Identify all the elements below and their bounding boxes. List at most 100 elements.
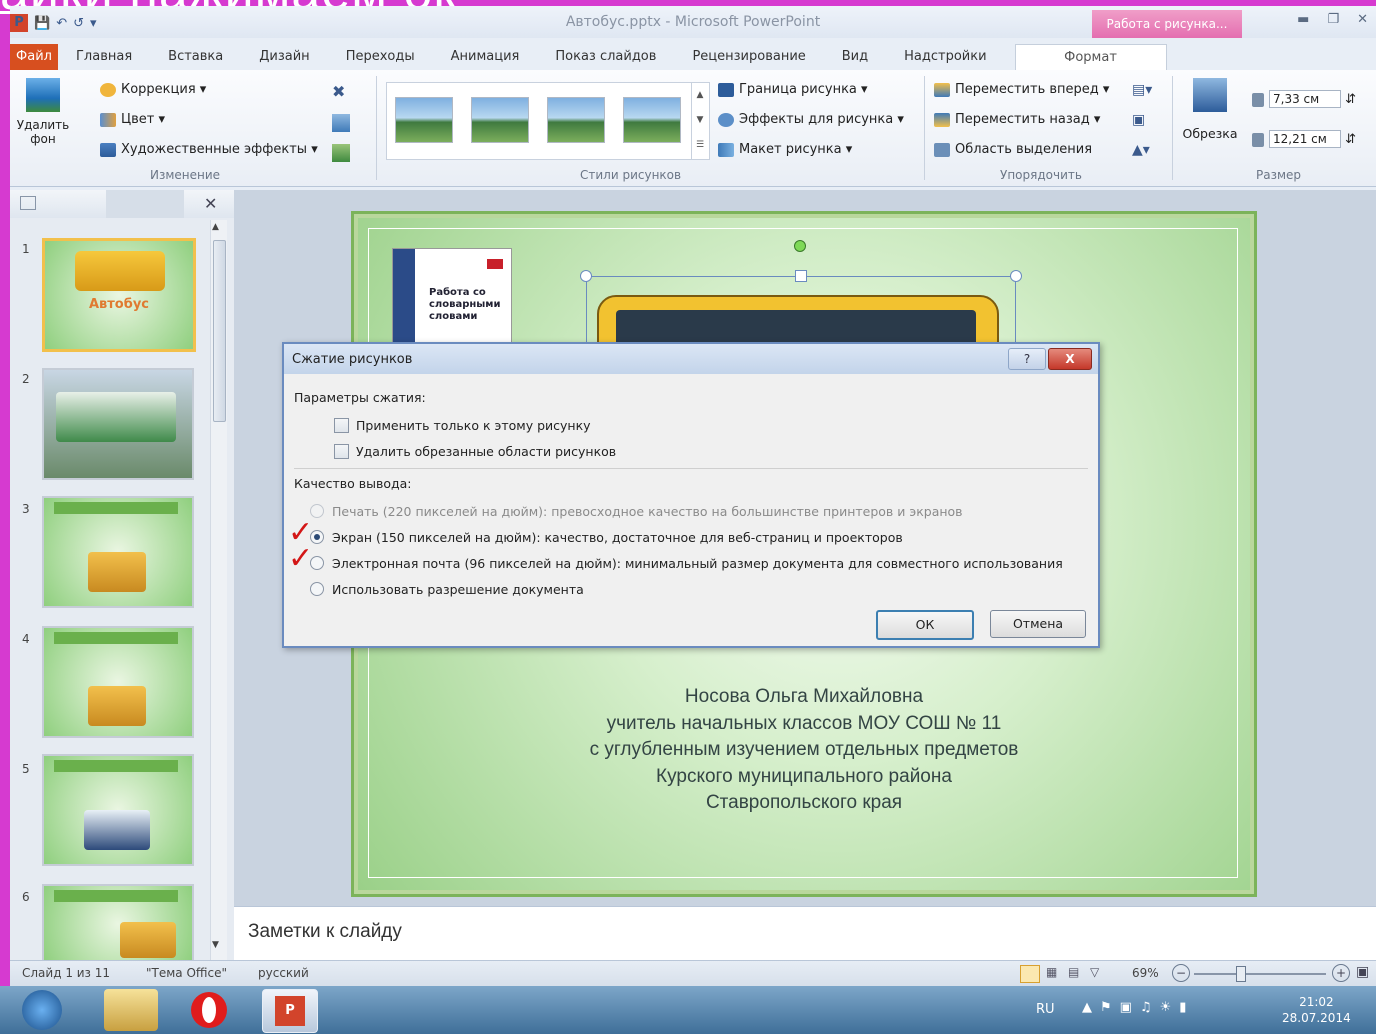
outline-tab[interactable] xyxy=(106,190,184,218)
width-value[interactable]: 12,21 см xyxy=(1269,130,1341,148)
dialog-title-bar[interactable]: Сжатие рисунков ? X xyxy=(284,344,1098,374)
tab-addins[interactable]: Надстройки xyxy=(886,44,1004,70)
cancel-button[interactable]: Отмена xyxy=(990,610,1086,638)
normal-view-icon[interactable] xyxy=(1020,965,1040,983)
reading-view-icon[interactable]: ▤ xyxy=(1068,965,1079,979)
selection-pane-button[interactable]: Область выделения xyxy=(934,142,1092,157)
tray-icons[interactable]: ▲⚑▣♫☀▮ xyxy=(1082,1000,1194,1015)
powerpoint-taskbar-icon[interactable]: P xyxy=(262,989,318,1033)
close-window-icon[interactable]: ✕ xyxy=(1357,12,1368,27)
save-icon[interactable]: 💾 xyxy=(34,16,50,31)
tab-format[interactable]: Формат xyxy=(1014,44,1167,70)
compress-pictures-icon[interactable]: ✖ xyxy=(332,82,350,101)
fit-slide-icon[interactable]: ▣ xyxy=(1356,964,1369,980)
quality-document-label[interactable]: Использовать разрешение документа xyxy=(332,582,584,597)
slideshow-view-icon[interactable]: ▽ xyxy=(1090,965,1099,979)
picture-styles-gallery[interactable]: ▲ ▼ ☰ xyxy=(386,82,710,160)
scroll-thumb[interactable] xyxy=(213,240,226,422)
gallery-scroll[interactable]: ▲ ▼ ☰ xyxy=(691,83,708,159)
style-thumb[interactable] xyxy=(547,97,605,143)
style-thumb[interactable] xyxy=(395,97,453,143)
minimize-icon[interactable]: ▬ xyxy=(1297,12,1309,27)
color-button[interactable]: Цвет ▾ xyxy=(100,112,165,127)
quality-email-radio[interactable] xyxy=(310,556,324,570)
resize-handle[interactable] xyxy=(1010,270,1022,282)
group-objects-icon[interactable]: ▣ xyxy=(1132,112,1145,128)
tab-file[interactable]: Файл xyxy=(10,44,58,70)
tab-animations[interactable]: Анимация xyxy=(433,44,538,70)
language-indicator[interactable]: RU xyxy=(1036,1002,1055,1017)
slide-thumbnail-2[interactable] xyxy=(42,368,194,480)
height-field[interactable]: 7,33 см ⇵ xyxy=(1252,90,1356,108)
opera-taskbar-icon[interactable] xyxy=(182,989,236,1031)
start-button-icon[interactable] xyxy=(22,990,62,1030)
quality-email-label[interactable]: Электронная почта (96 пикселей на дюйм):… xyxy=(332,556,1063,571)
tab-slideshow[interactable]: Показ слайдов xyxy=(537,44,674,70)
picture-effects-button[interactable]: Эффекты для рисунка ▾ xyxy=(718,112,904,127)
slide-thumbnail-6[interactable] xyxy=(42,884,194,964)
tab-insert[interactable]: Вставка xyxy=(150,44,241,70)
clock[interactable]: 21:02 28.07.2014 xyxy=(1282,994,1351,1026)
slides-scrollbar[interactable]: ▲ ▼ xyxy=(210,220,227,960)
artistic-effects-button[interactable]: Художественные эффекты ▾ xyxy=(100,142,318,157)
delete-cropped-checkbox[interactable] xyxy=(334,444,349,459)
restore-icon[interactable]: ❐ xyxy=(1327,12,1339,27)
crop-button[interactable]: Обрезка xyxy=(1178,78,1242,141)
scroll-down-icon[interactable]: ▼ xyxy=(212,940,219,950)
redo-icon[interactable]: ↺ xyxy=(73,16,84,31)
tab-view[interactable]: Вид xyxy=(824,44,886,70)
spinner-icon[interactable]: ⇵ xyxy=(1345,132,1356,147)
undo-icon[interactable]: ↶ xyxy=(56,16,67,31)
rotate-icon[interactable]: ▲▾ xyxy=(1132,142,1150,158)
tab-transitions[interactable]: Переходы xyxy=(328,44,433,70)
close-pane-icon[interactable]: ✕ xyxy=(204,194,217,213)
tab-review[interactable]: Рецензирование xyxy=(674,44,823,70)
zoom-in-icon[interactable]: + xyxy=(1332,964,1350,982)
explorer-taskbar-icon[interactable] xyxy=(104,989,158,1031)
quality-screen-label[interactable]: Экран (150 пикселей на дюйм): качество, … xyxy=(332,530,903,545)
send-backward-button[interactable]: Переместить назад ▾ xyxy=(934,112,1100,127)
slide-thumbnail-1[interactable]: Автобус xyxy=(42,238,196,352)
sorter-view-icon[interactable]: ▦ xyxy=(1046,965,1057,979)
zoom-level[interactable]: 69% xyxy=(1132,966,1159,980)
picture-border-button[interactable]: Граница рисунка ▾ xyxy=(718,82,868,97)
style-thumb[interactable] xyxy=(623,97,681,143)
spinner-icon[interactable]: ⇵ xyxy=(1345,92,1356,107)
slide-thumbnail-4[interactable] xyxy=(42,626,194,738)
theme-name[interactable]: "Тема Office" xyxy=(146,966,227,980)
align-icon[interactable]: ▤▾ xyxy=(1132,82,1152,98)
height-value[interactable]: 7,33 см xyxy=(1269,90,1341,108)
scroll-up-icon[interactable]: ▲ xyxy=(212,222,219,232)
notes-pane[interactable]: Заметки к слайду xyxy=(234,906,1376,963)
zoom-slider-thumb[interactable] xyxy=(1236,966,1246,982)
rotate-handle[interactable] xyxy=(794,240,806,252)
resize-handle[interactable] xyxy=(795,270,807,282)
powerpoint-logo-icon[interactable]: P xyxy=(10,14,28,32)
bring-forward-button[interactable]: Переместить вперед ▾ xyxy=(934,82,1109,97)
apply-only-label[interactable]: Применить только к этому рисунку xyxy=(356,418,591,433)
zoom-slider[interactable] xyxy=(1194,973,1326,975)
change-picture-icon[interactable] xyxy=(332,114,350,132)
remove-background-button[interactable]: Удалить фон xyxy=(16,78,70,146)
notes-placeholder[interactable]: Заметки к слайду xyxy=(248,921,402,943)
ok-button[interactable]: ОК xyxy=(876,610,974,640)
contextual-tab-picture-tools[interactable]: Работа с рисунка... xyxy=(1092,10,1242,38)
width-field[interactable]: 12,21 см ⇵ xyxy=(1252,130,1356,148)
tab-home[interactable]: Главная xyxy=(58,44,150,70)
customize-qat-icon[interactable]: ▾ xyxy=(90,16,97,31)
delete-cropped-label[interactable]: Удалить обрезанные области рисунков xyxy=(356,444,616,459)
quality-document-radio[interactable] xyxy=(310,582,324,596)
slide-thumbnail-5[interactable] xyxy=(42,754,194,866)
apply-only-checkbox[interactable] xyxy=(334,418,349,433)
tab-design[interactable]: Дизайн xyxy=(241,44,327,70)
slide-thumbnail-3[interactable] xyxy=(42,496,194,608)
slides-tab-icon[interactable] xyxy=(20,196,36,210)
picture-layout-button[interactable]: Макет рисунка ▾ xyxy=(718,142,852,157)
zoom-out-icon[interactable]: − xyxy=(1172,964,1190,982)
reset-picture-icon[interactable] xyxy=(332,144,350,162)
correction-button[interactable]: Коррекция ▾ xyxy=(100,82,206,97)
style-thumb[interactable] xyxy=(471,97,529,143)
resize-handle[interactable] xyxy=(580,270,592,282)
help-button[interactable]: ? xyxy=(1008,348,1046,370)
language[interactable]: русский xyxy=(258,966,309,980)
